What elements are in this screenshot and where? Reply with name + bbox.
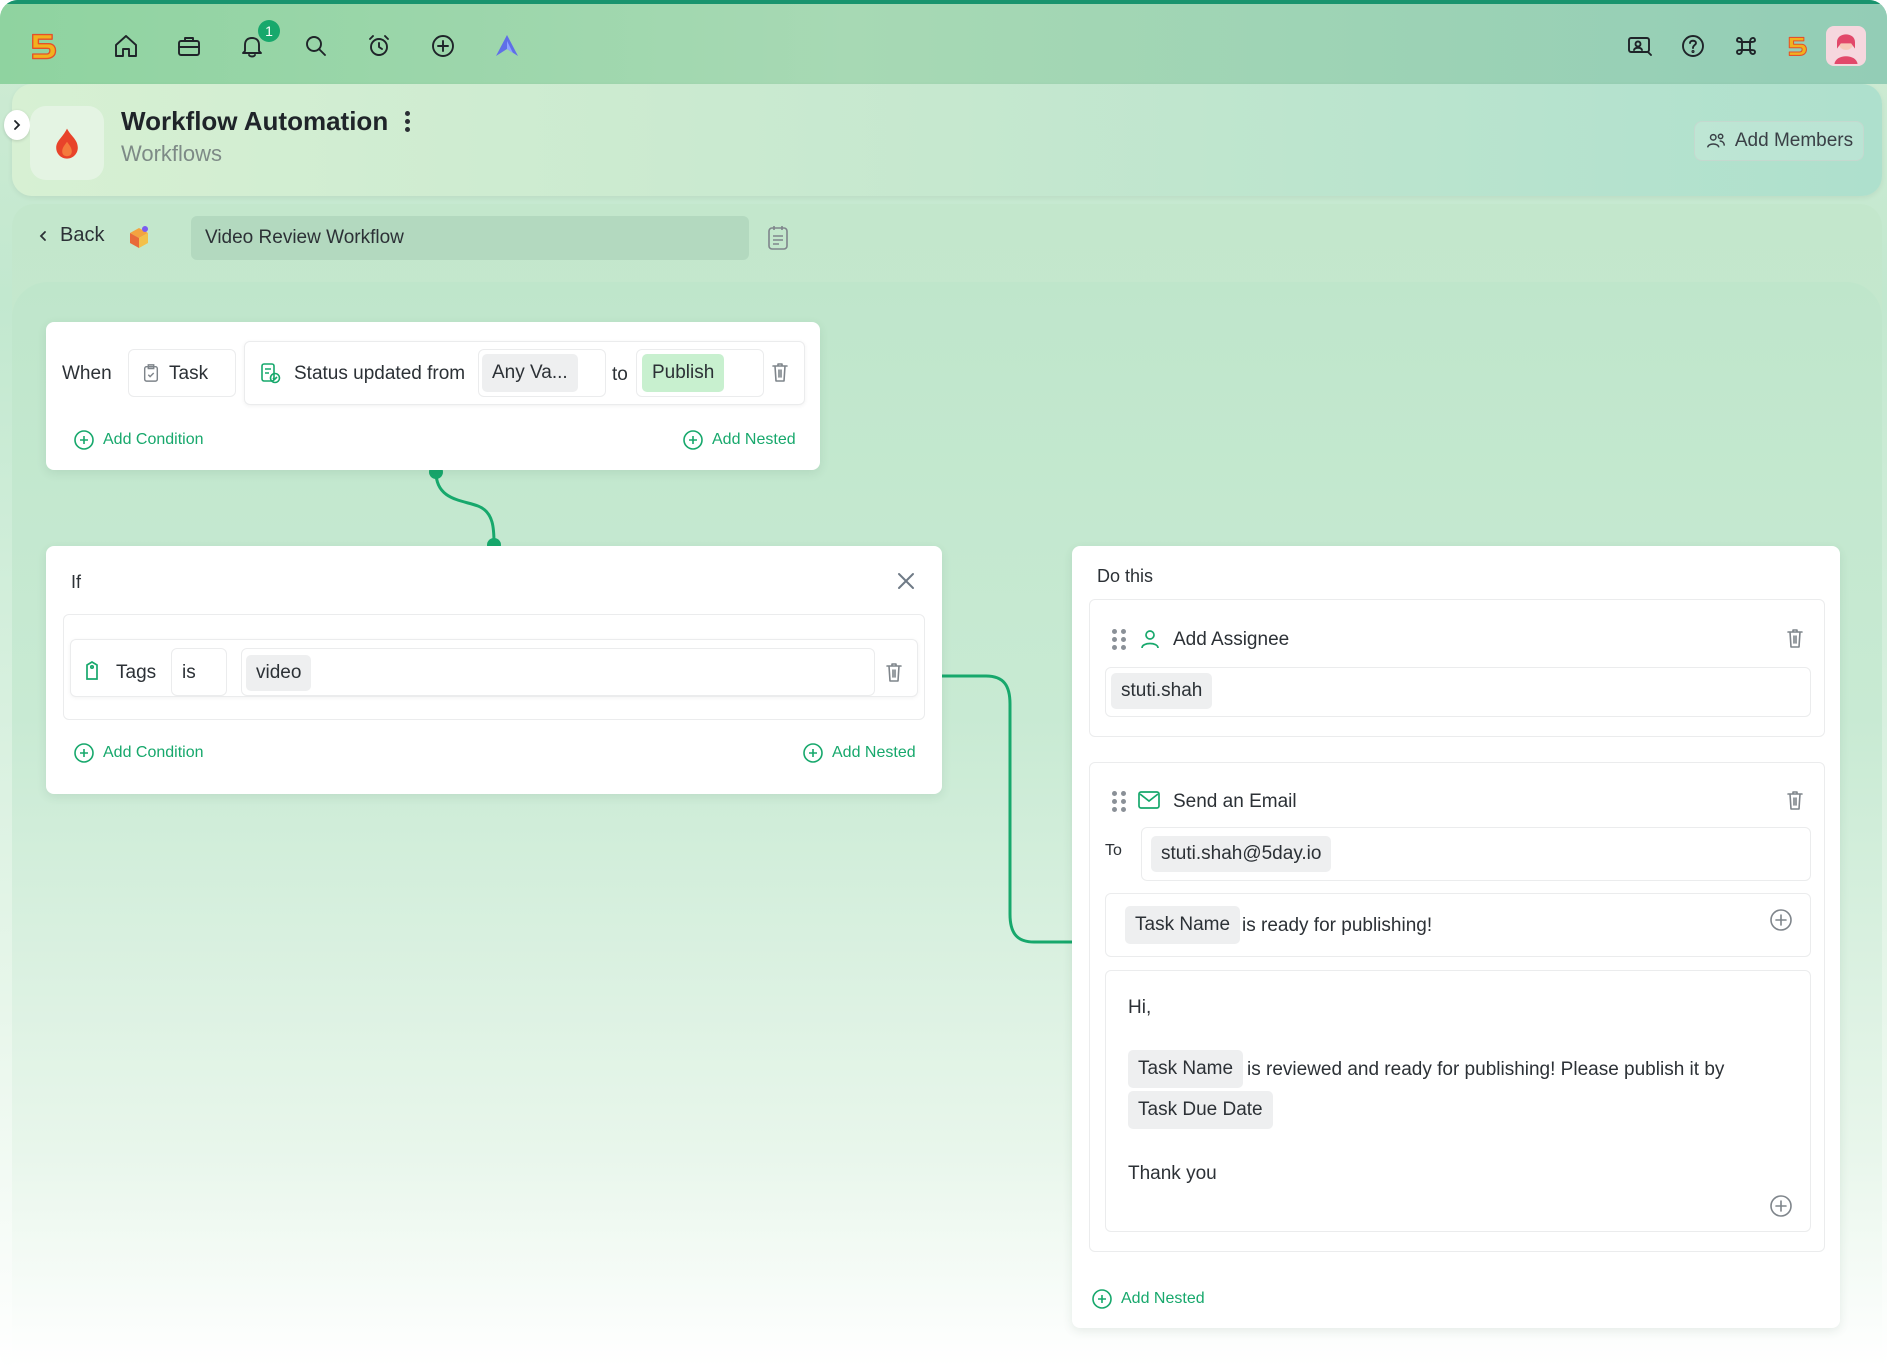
trigger-label: Status updated from (294, 363, 466, 384)
insert-token-icon[interactable] (1769, 1194, 1793, 1223)
mail-icon (1137, 789, 1161, 816)
if-label: If (71, 572, 82, 592)
condition-operator: is (182, 662, 196, 683)
recipient-chip: stuti.shah@5day.io (1151, 836, 1332, 872)
from-status-value: Any Va... (482, 354, 578, 392)
when-if-connector (434, 471, 496, 545)
status-check-icon (259, 362, 281, 389)
add-condition-label: Add Condition (103, 744, 204, 761)
to-label: to (612, 364, 628, 385)
trash-icon[interactable] (770, 361, 790, 388)
add-nested-label: Add Nested (832, 744, 916, 761)
plus-circle-icon (74, 430, 94, 450)
condition-value-chip: video (246, 655, 312, 691)
subject-text: is ready for publishing! (1242, 915, 1433, 936)
to-status-value: Publish (642, 354, 725, 392)
drag-handle-icon[interactable] (1112, 629, 1126, 650)
tag-icon (82, 660, 102, 687)
add-condition-button[interactable]: Add Condition (73, 429, 204, 451)
insert-token-icon[interactable] (1769, 908, 1793, 937)
trash-icon[interactable] (1785, 627, 1805, 654)
trash-icon[interactable] (884, 661, 904, 688)
body-token-chip: Task Name (1128, 1050, 1244, 1088)
add-condition-label: Add Condition (103, 431, 204, 448)
condition-value-input[interactable] (241, 648, 875, 696)
to-label: To (1105, 842, 1122, 859)
operator-select[interactable] (171, 648, 227, 696)
assignee-action-title: Add Assignee (1173, 629, 1290, 650)
assignee-chip: stuti.shah (1111, 673, 1213, 709)
add-nested-button[interactable]: Add Nested (802, 742, 916, 764)
email-action-title: Send an Email (1173, 791, 1297, 812)
subject-token-chip: Task Name (1125, 906, 1241, 944)
condition-field[interactable]: Tags (116, 662, 156, 684)
body-text: is reviewed and ready for publishing! Pl… (1247, 1059, 1725, 1080)
user-icon (1138, 627, 1162, 656)
add-nested-button[interactable]: Add Nested (1091, 1288, 1205, 1310)
body-greeting: Hi, (1128, 997, 1152, 1018)
when-label: When (62, 363, 112, 384)
plus-circle-icon (74, 743, 94, 763)
do-this-label: Do this (1097, 566, 1154, 586)
entity-value: Task (169, 363, 209, 384)
add-condition-button[interactable]: Add Condition (73, 742, 204, 764)
plus-circle-icon (803, 743, 823, 763)
body-token-chip: Task Due Date (1128, 1091, 1273, 1129)
close-icon[interactable] (895, 570, 917, 597)
if-do-connector (933, 674, 1082, 944)
app-window: 1 Workflow Automation Workflows Add Memb… (0, 0, 1887, 1371)
clipboard-icon (142, 362, 160, 389)
add-nested-label: Add Nested (1121, 1290, 1205, 1307)
drag-handle-icon[interactable] (1112, 791, 1126, 812)
trash-icon[interactable] (1785, 789, 1805, 816)
add-nested-label: Add Nested (712, 431, 796, 448)
add-nested-button[interactable]: Add Nested (682, 429, 796, 451)
plus-circle-icon (683, 430, 703, 450)
plus-circle-icon (1092, 1289, 1112, 1309)
body-signoff: Thank you (1128, 1163, 1217, 1184)
